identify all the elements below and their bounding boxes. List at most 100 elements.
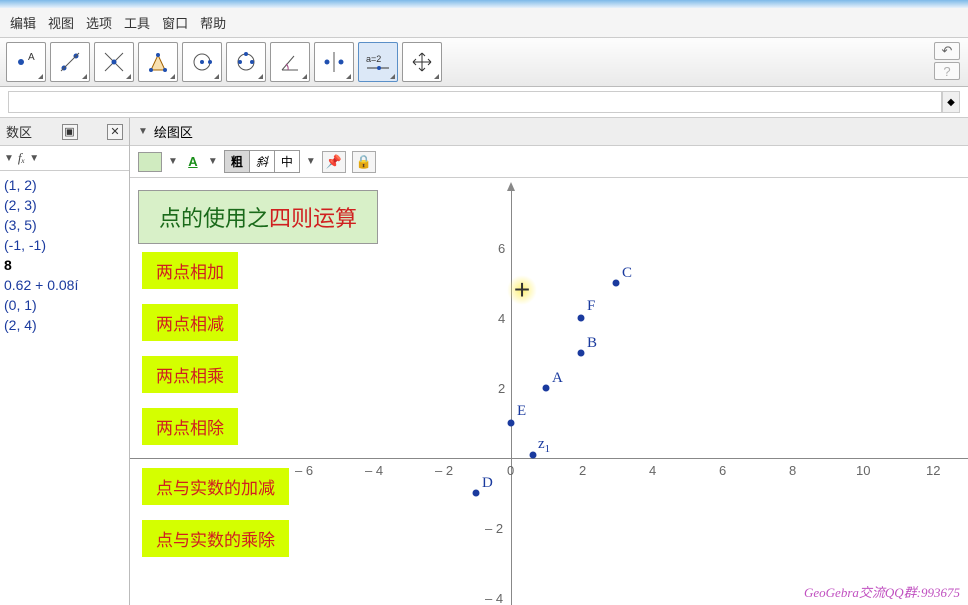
point-label-E: E xyxy=(517,403,526,420)
italic-toggle[interactable]: 斜 xyxy=(250,151,275,172)
point-C[interactable] xyxy=(613,280,620,287)
btn-sub-points[interactable]: 两点相减 xyxy=(142,304,238,341)
list-item[interactable]: (0, 1) xyxy=(0,295,129,315)
btn-add-points[interactable]: 两点相加 xyxy=(142,252,238,289)
title-part2: 四则运算 xyxy=(269,206,357,231)
input-dropdown[interactable]: ◆ xyxy=(942,91,960,113)
window-title-bar xyxy=(0,0,968,8)
menubar: 编辑 视图 选项 工具 窗口 帮助 xyxy=(0,8,968,38)
point-label-A: A xyxy=(552,370,563,387)
point-z1[interactable] xyxy=(530,452,537,459)
help-button[interactable]: ? xyxy=(934,62,960,80)
point-label-B: B xyxy=(587,335,597,352)
tick-label: 10 xyxy=(856,463,870,478)
btn-div-points[interactable]: 两点相除 xyxy=(142,408,238,445)
list-item[interactable]: (3, 5) xyxy=(0,215,129,235)
tick-label: – 4 xyxy=(485,591,503,605)
point-label-F: F xyxy=(587,298,595,315)
canvas-title-box[interactable]: 点的使用之四则运算 xyxy=(138,190,378,244)
menu-options[interactable]: 选项 xyxy=(82,11,116,34)
point-label-D: D xyxy=(482,475,493,492)
tool-reflect[interactable] xyxy=(314,42,354,82)
size-toggle[interactable]: 中 xyxy=(275,151,299,172)
size-dropdown[interactable]: ▼ xyxy=(306,156,316,167)
svg-text:A: A xyxy=(28,52,35,63)
tool-point[interactable] xyxy=(50,42,90,82)
panel-collapse-icon[interactable]: ▼ xyxy=(138,126,148,137)
menu-help[interactable]: 帮助 xyxy=(196,11,230,34)
graphics-title: 绘图区 xyxy=(154,122,193,141)
color-dropdown[interactable]: ▼ xyxy=(168,156,178,167)
panel-close[interactable]: ✕ xyxy=(107,124,123,140)
tool-move-view[interactable] xyxy=(402,42,442,82)
undo-button[interactable]: ↶ xyxy=(934,42,960,60)
toolbar: A a=2 ↶ ? xyxy=(0,38,968,87)
tick-label: 2 xyxy=(579,463,586,478)
input-field[interactable] xyxy=(8,91,942,113)
algebra-title: 数区 xyxy=(6,122,32,141)
list-item[interactable]: 0.62 + 0.08í xyxy=(0,275,129,295)
tick-label: – 4 xyxy=(365,463,383,478)
list-item[interactable]: (2, 3) xyxy=(0,195,129,215)
point-D[interactable] xyxy=(473,490,480,497)
canvas[interactable]: – 6 – 4 – 2 0 2 4 6 8 10 12 6 4 2 – 2 – … xyxy=(130,178,968,605)
point-B[interactable] xyxy=(578,350,585,357)
tick-label: 6 xyxy=(498,241,505,256)
footer-text: GeoGebra交流QQ群:993675 xyxy=(804,582,960,601)
text-color-dropdown[interactable]: ▼ xyxy=(208,156,218,167)
fx-label: fₓ xyxy=(18,150,25,166)
tick-label: 2 xyxy=(498,381,505,396)
tool-ellipse[interactable] xyxy=(226,42,266,82)
tick-label: 8 xyxy=(789,463,796,478)
x-axis xyxy=(130,458,968,459)
list-item[interactable]: (1, 2) xyxy=(0,175,129,195)
svg-text:a=2: a=2 xyxy=(366,54,381,64)
tool-circle[interactable] xyxy=(182,42,222,82)
style-bar: ▼ A ▼ 粗 斜 中 ▼ 📌 🔒 xyxy=(130,146,968,178)
menu-edit[interactable]: 编辑 xyxy=(6,11,40,34)
menu-window[interactable]: 窗口 xyxy=(158,11,192,34)
fx-dropdown[interactable]: ▼ xyxy=(29,153,39,164)
point-E[interactable] xyxy=(508,420,515,427)
bold-toggle[interactable]: 粗 xyxy=(225,151,250,172)
fill-color[interactable] xyxy=(138,152,162,172)
tick-label: – 2 xyxy=(485,521,503,536)
point-F[interactable] xyxy=(578,315,585,322)
tick-label: – 2 xyxy=(435,463,453,478)
btn-mul-points[interactable]: 两点相乘 xyxy=(142,356,238,393)
panel-toggle[interactable]: ▣ xyxy=(62,124,78,140)
list-item[interactable]: (2, 4) xyxy=(0,315,129,335)
y-axis-arrow xyxy=(507,182,515,191)
algebra-list: (1, 2) (2, 3) (3, 5) (-1, -1) 8 0.62 + 0… xyxy=(0,171,129,339)
point-A[interactable] xyxy=(543,385,550,392)
list-item[interactable]: (-1, -1) xyxy=(0,235,129,255)
cursor-highlight xyxy=(507,275,537,305)
menu-tools[interactable]: 工具 xyxy=(120,11,154,34)
pin-icon[interactable]: 📌 xyxy=(322,151,346,173)
tool-polygon[interactable] xyxy=(138,42,178,82)
title-part1: 点的使用之 xyxy=(159,206,269,231)
tool-angle[interactable] xyxy=(270,42,310,82)
tick-label: – 6 xyxy=(295,463,313,478)
btn-addsub-real[interactable]: 点与实数的加减 xyxy=(142,468,289,505)
tick-label: 6 xyxy=(719,463,726,478)
lock-icon[interactable]: 🔒 xyxy=(352,151,376,173)
input-bar: ◆ xyxy=(0,87,968,118)
tick-label: 4 xyxy=(498,311,505,326)
tick-label: 4 xyxy=(649,463,656,478)
algebra-panel: 数区 ▣ ✕ ▼ fₓ ▼ (1, 2) (2, 3) (3, 5) (-1, … xyxy=(0,118,130,605)
tick-label: 12 xyxy=(926,463,940,478)
tool-move[interactable]: A xyxy=(6,42,46,82)
tool-line[interactable] xyxy=(94,42,134,82)
font-style-group: 粗 斜 中 xyxy=(224,150,300,173)
btn-muldiv-real[interactable]: 点与实数的乘除 xyxy=(142,520,289,557)
menu-view[interactable]: 视图 xyxy=(44,11,78,34)
point-label-z1: z1 xyxy=(538,436,550,455)
sort-dropdown[interactable]: ▼ xyxy=(4,153,14,164)
list-item[interactable]: 8 xyxy=(0,255,129,275)
tool-slider[interactable]: a=2 xyxy=(358,42,398,82)
point-label-C: C xyxy=(622,265,632,282)
graphics-panel: ▼ 绘图区 ▼ A ▼ 粗 斜 中 ▼ 📌 🔒 xyxy=(130,118,968,605)
text-color[interactable]: A xyxy=(184,154,202,169)
tick-label: 0 xyxy=(507,463,514,478)
